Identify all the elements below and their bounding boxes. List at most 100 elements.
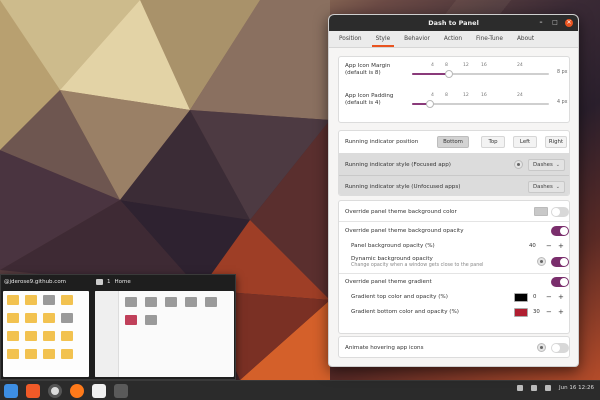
- brave-app-icon[interactable]: [26, 383, 40, 398]
- tab-style[interactable]: Style: [369, 31, 398, 47]
- minimize-button[interactable]: –: [537, 19, 545, 27]
- animate-settings-icon[interactable]: [537, 343, 546, 352]
- animate-card: Animate hovering app icons: [338, 336, 570, 358]
- gradient-top-increment[interactable]: +: [558, 293, 564, 301]
- dynamic-opacity-description: Change opacity when a window gets close …: [351, 263, 484, 268]
- gradient-bottom-label: Gradient bottom color and opacity (%): [351, 309, 459, 315]
- power-icon[interactable]: [545, 385, 552, 391]
- tab-about[interactable]: About: [510, 31, 541, 47]
- terminal-preview-title: @jderose9.github.com: [4, 279, 67, 285]
- background-card: Override panel theme background color Ov…: [338, 200, 570, 334]
- icon-padding-value: 4 px: [557, 100, 568, 105]
- window-previews: @jderose9.github.com 1 Home: [0, 274, 236, 380]
- gradient-top-value[interactable]: 0: [533, 294, 536, 300]
- icon-margin-value: 8 px: [557, 70, 568, 75]
- gradient-top-label: Gradient top color and opacity (%): [351, 294, 448, 300]
- padding-tick-8: 8: [445, 93, 448, 98]
- dynamic-opacity-label: Dynamic background opacity: [351, 256, 433, 262]
- gradient-bottom-decrement[interactable]: −: [546, 308, 552, 316]
- icon-spacing-card: App Icon Margin (default is 8) 4 8 12 16…: [338, 56, 570, 123]
- icon-padding-slider-knob[interactable]: [426, 100, 434, 108]
- animate-hover-toggle[interactable]: [551, 343, 569, 353]
- icon-padding-default: (default is 4): [345, 100, 381, 106]
- icon-padding-slider[interactable]: [412, 99, 549, 109]
- firefox-app-icon[interactable]: [70, 383, 84, 398]
- panel-opacity-value[interactable]: 40: [529, 243, 536, 249]
- gradient-top-color-swatch[interactable]: [514, 293, 528, 302]
- running-indicator-card: Running indicator position Bottom Top Le…: [338, 130, 570, 196]
- tab-action[interactable]: Action: [437, 31, 469, 47]
- margin-tick-4: 4: [431, 63, 434, 68]
- files-preview-title: Home: [114, 279, 131, 285]
- window-titlebar[interactable]: Dash to Panel – □ ✕: [329, 15, 578, 31]
- position-bottom-button[interactable]: Bottom: [437, 136, 469, 148]
- chevron-down-icon: ⌄: [555, 162, 560, 168]
- clock[interactable]: Jun 16 12:26: [559, 385, 594, 391]
- position-top-button[interactable]: Top: [481, 136, 505, 148]
- maximize-button[interactable]: □: [551, 19, 559, 27]
- files-app-icon[interactable]: [4, 383, 18, 400]
- icon-margin-slider-knob[interactable]: [445, 70, 453, 78]
- panel-opacity-increment[interactable]: +: [558, 242, 564, 250]
- system-tray: Jun 16 12:26: [517, 385, 594, 391]
- dash-to-panel-window: Dash to Panel – □ ✕ Position Style Behav…: [328, 14, 579, 367]
- margin-tick-12: 12: [463, 63, 469, 68]
- window-title: Dash to Panel: [428, 19, 479, 27]
- indicator-position-label: Running indicator position: [345, 139, 419, 145]
- override-gradient-toggle[interactable]: [551, 277, 569, 287]
- override-color-label: Override panel theme background color: [345, 209, 457, 215]
- gradient-bottom-color-swatch[interactable]: [514, 308, 528, 317]
- unfocused-style-label: Running indicator style (Unfocused apps): [345, 184, 461, 190]
- files-preview[interactable]: 1 Home: [93, 275, 236, 381]
- margin-tick-16: 16: [481, 63, 487, 68]
- gradient-bottom-increment[interactable]: +: [558, 308, 564, 316]
- icon-margin-slider[interactable]: [412, 69, 549, 79]
- icon-margin-default: (default is 8): [345, 70, 381, 76]
- terminal-preview-thumbnail: [3, 291, 89, 377]
- background-color-swatch[interactable]: [534, 207, 548, 216]
- icon-padding-label: App Icon Padding: [345, 93, 394, 99]
- notification-icon[interactable]: [517, 385, 524, 391]
- close-button[interactable]: ✕: [565, 19, 573, 27]
- icon-margin-label: App Icon Margin: [345, 63, 391, 69]
- margin-tick-24: 24: [517, 63, 523, 68]
- panel-opacity-label: Panel background opacity (%): [351, 243, 435, 249]
- override-opacity-label: Override panel theme background opacity: [345, 228, 464, 234]
- tab-behavior[interactable]: Behavior: [397, 31, 437, 47]
- chevron-down-icon: ⌄: [555, 184, 560, 190]
- dynamic-opacity-settings-icon[interactable]: [537, 257, 546, 266]
- padding-tick-4: 4: [431, 93, 434, 98]
- dynamic-opacity-toggle[interactable]: [551, 257, 569, 267]
- position-right-button[interactable]: Right: [545, 136, 567, 148]
- files-preview-count: 1: [107, 279, 111, 285]
- unfocused-style-dropdown[interactable]: Dashes ⌄: [528, 181, 565, 193]
- focused-style-dropdown[interactable]: Dashes ⌄: [528, 159, 565, 171]
- settings-app-icon[interactable]: [114, 383, 128, 400]
- terminal-preview[interactable]: @jderose9.github.com: [1, 275, 91, 381]
- gradient-bottom-value[interactable]: 30: [533, 309, 540, 315]
- override-gradient-label: Override panel theme gradient: [345, 279, 432, 285]
- files-preview-thumbnail: [95, 291, 234, 377]
- position-left-button[interactable]: Left: [513, 136, 537, 148]
- panel-opacity-decrement[interactable]: −: [546, 242, 552, 250]
- unfocused-style-value: Dashes: [533, 184, 553, 190]
- bottom-panel: Jun 16 12:26: [0, 380, 600, 400]
- volume-icon[interactable]: [531, 385, 538, 391]
- padding-tick-24: 24: [517, 93, 523, 98]
- chrome-app-icon[interactable]: [48, 383, 62, 398]
- override-opacity-toggle[interactable]: [551, 226, 569, 236]
- tab-position[interactable]: Position: [332, 31, 369, 47]
- margin-tick-8: 8: [445, 63, 448, 68]
- padding-tick-16: 16: [481, 93, 487, 98]
- tab-bar: Position Style Behavior Action Fine-Tune…: [329, 31, 578, 48]
- tab-fine-tune[interactable]: Fine-Tune: [469, 31, 510, 47]
- folder-icon: [96, 279, 103, 285]
- focused-style-label: Running indicator style (Focused app): [345, 162, 451, 168]
- padding-tick-12: 12: [463, 93, 469, 98]
- override-color-toggle[interactable]: [551, 207, 569, 217]
- text-editor-app-icon[interactable]: [92, 383, 106, 398]
- focused-style-settings-icon[interactable]: [514, 160, 523, 169]
- gradient-top-decrement[interactable]: −: [546, 293, 552, 301]
- animate-hover-label: Animate hovering app icons: [345, 345, 424, 351]
- focused-style-value: Dashes: [533, 162, 553, 168]
